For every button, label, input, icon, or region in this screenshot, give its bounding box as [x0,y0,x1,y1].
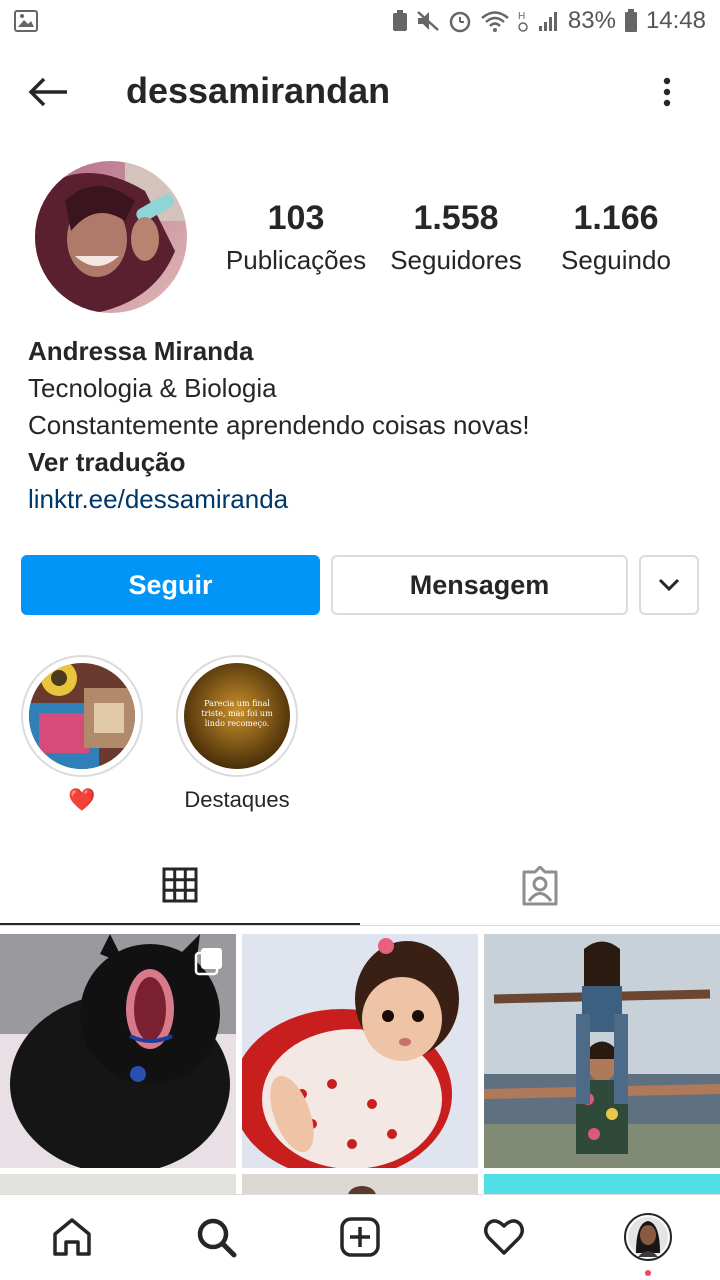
clock: 14:48 [645,7,706,34]
vertical-dots-icon [663,77,671,107]
highlight-cover-image [29,663,135,769]
stat-followers-label: Seguidores [390,245,522,275]
nav-profile[interactable] [624,1213,672,1261]
search-icon [197,1218,237,1258]
nav-new-post[interactable] [336,1213,384,1261]
chevron-down-icon [658,578,680,592]
profile-header: dessamirandan [0,52,720,132]
alarm-icon [448,9,472,33]
plus-square-icon [340,1217,380,1257]
profile-avatar[interactable] [35,161,187,313]
wifi-icon [480,9,510,33]
network-icon: H [518,9,530,33]
post-thumbnail[interactable] [0,1174,236,1194]
story-highlight-heart[interactable]: ❤️ [21,655,143,813]
stat-followers[interactable]: 1.558 Seguidores [376,196,536,280]
tagged-person-icon [522,866,558,906]
bio-website-link[interactable]: linktr.ee/dessamiranda [28,481,708,518]
see-translation-link[interactable]: Ver tradução [28,444,708,481]
post-thumbnail[interactable] [484,1174,720,1194]
nav-home[interactable] [48,1213,96,1261]
profile-stats: 103 Publicações 1.558 Seguidores 1.166 S… [216,196,696,286]
post-thumbnail[interactable] [0,934,236,1168]
tab-tagged[interactable] [360,846,720,926]
bio-line-2: Constantemente aprendendo coisas novas! [28,410,530,440]
grid-icon [162,867,198,902]
highlight-ring: Parecia um final triste, mas foi um lind… [176,655,298,777]
suggested-accounts-button[interactable] [639,555,699,615]
highlight-cover-text: Parecia um final triste, mas foi um lind… [201,699,273,728]
mute-icon [416,10,440,32]
status-bar: H 83% 14:48 [0,0,720,42]
stat-posts-count: 103 [267,199,325,237]
highlight-label: Destaques [184,787,290,812]
stat-following-count: 1.166 [573,199,659,237]
signal-icon [538,10,560,32]
arrow-left-icon [28,77,67,107]
status-icons: H 83% 14:48 [392,7,706,35]
story-highlight-destaques[interactable]: Parecia um final triste, mas foi um lind… [176,655,298,813]
home-icon [53,1218,91,1256]
highlight-ring [21,655,143,777]
highlight-cover-image: Parecia um final triste, mas foi um lind… [184,663,290,769]
stat-followers-count: 1.558 [413,199,499,237]
post-thumbnail[interactable] [484,934,720,1168]
back-button[interactable] [26,72,70,112]
follow-button[interactable]: Seguir [21,555,320,615]
profile-bio: Andressa Miranda Tecnologia & Biologia C… [28,333,708,518]
profile-tabs [0,846,720,926]
options-button[interactable] [654,74,680,110]
avatar-icon [624,1213,672,1261]
stat-posts-label: Publicações [225,245,367,275]
profile-full-name: Andressa Miranda [28,336,254,366]
tab-posts-grid[interactable] [0,846,360,925]
battery-percent: 83% [567,7,616,34]
svg-text:H: H [518,11,525,22]
nav-search[interactable] [192,1213,240,1261]
bottom-navigation [0,1194,720,1280]
nav-activity[interactable] [480,1213,528,1261]
image-notification-icon [14,10,38,32]
stat-posts[interactable]: 103 Publicações [216,196,376,280]
profile-username: dessamirandan [126,70,391,111]
highlight-label: ❤️ [68,787,96,812]
battery-icon [624,9,638,33]
post-thumbnail[interactable] [242,934,478,1168]
notification-dot [645,1270,651,1276]
carousel-icon [194,948,222,976]
stat-following-label: Seguindo [561,245,671,275]
heart-icon [484,1219,524,1255]
message-button[interactable]: Mensagem [331,555,628,615]
bio-line-1: Tecnologia & Biologia [28,373,277,403]
stat-following[interactable]: 1.166 Seguindo [536,196,696,280]
recycle-icon [392,10,408,32]
post-thumbnail[interactable] [242,1174,478,1194]
